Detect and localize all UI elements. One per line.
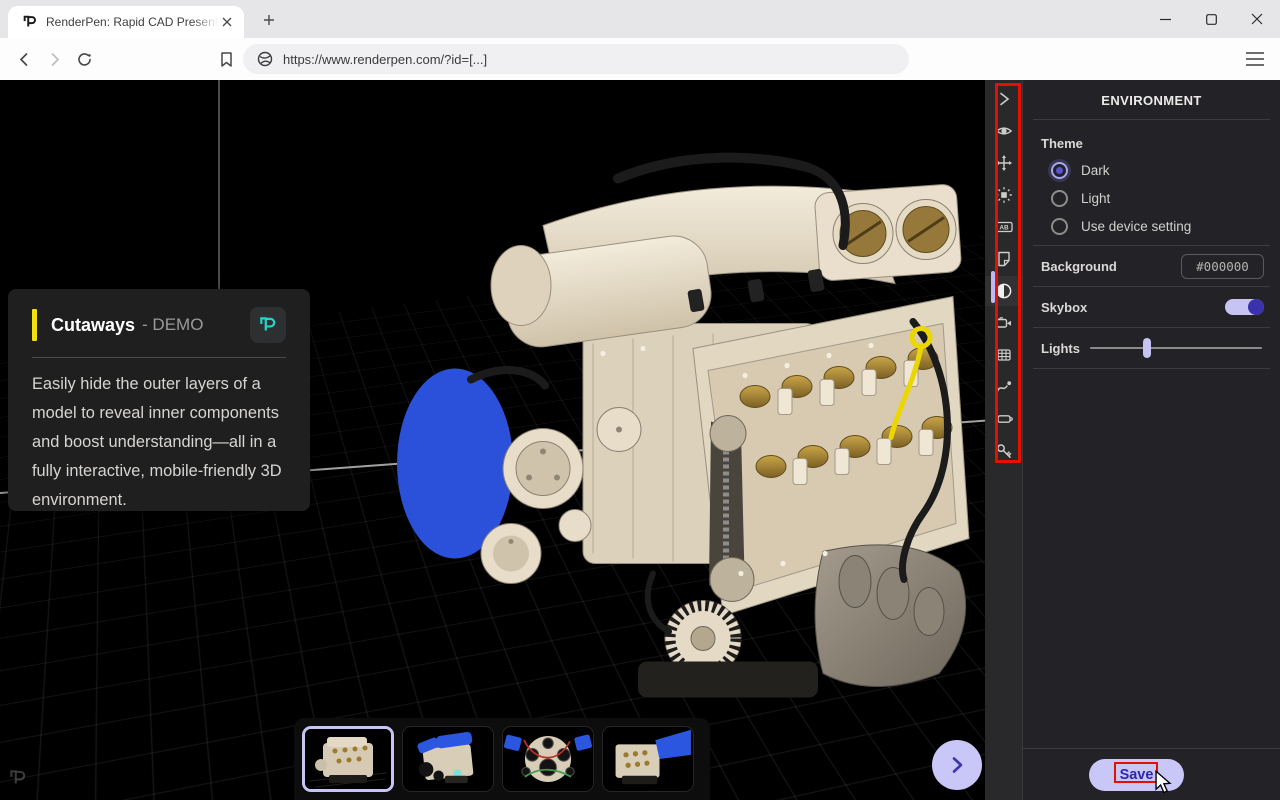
radio-light-label: Light <box>1081 191 1110 206</box>
panel-title: ENVIRONMENT <box>1023 80 1280 108</box>
background-label: Background <box>1041 259 1181 274</box>
environment-panel: ENVIRONMENT Theme Dark Light Use device … <box>1022 80 1280 800</box>
background-hex-input[interactable] <box>1181 254 1264 279</box>
lights-slider-thumb[interactable] <box>1143 338 1151 358</box>
bookmark-icon[interactable] <box>214 47 238 71</box>
reload-button[interactable] <box>72 47 96 71</box>
radio-dark-label: Dark <box>1081 163 1110 178</box>
chart-icon[interactable] <box>985 372 1022 402</box>
active-tool-indicator <box>991 271 995 303</box>
lights-slider[interactable] <box>1090 347 1262 349</box>
thumbnail-engine-view-2[interactable] <box>402 726 494 792</box>
tool-rail: AB <box>985 80 1022 800</box>
window-close-button[interactable] <box>1234 0 1280 38</box>
radio-device[interactable] <box>1051 218 1068 235</box>
expand-panel-icon[interactable] <box>985 84 1022 114</box>
grid-icon[interactable] <box>985 340 1022 370</box>
skybox-label: Skybox <box>1041 300 1225 315</box>
radio-light[interactable] <box>1051 190 1068 207</box>
theme-option-dark[interactable]: Dark <box>1041 162 1262 179</box>
next-slide-button[interactable] <box>932 740 982 790</box>
card-title: Cutaways <box>51 315 135 336</box>
toggle-knob <box>1248 299 1264 315</box>
camera-icon[interactable] <box>985 308 1022 338</box>
skybox-row: Skybox <box>1023 287 1280 327</box>
visibility-icon[interactable] <box>985 116 1022 146</box>
vr-view-icon[interactable] <box>985 404 1022 434</box>
thumbnail-engine-view-4[interactable] <box>602 726 694 792</box>
forward-button[interactable] <box>42 47 66 71</box>
renderpen-app: Cutaways - DEMO Easily hide the outer la… <box>0 80 1280 800</box>
access-key-icon[interactable] <box>985 436 1022 466</box>
move-tool-icon[interactable] <box>985 148 1022 178</box>
info-card: Cutaways - DEMO Easily hide the outer la… <box>8 289 310 511</box>
card-subtitle: - DEMO <box>142 315 203 335</box>
new-tab-button[interactable] <box>258 9 280 31</box>
theme-option-light[interactable]: Light <box>1041 190 1262 207</box>
panel-footer-divider <box>1023 748 1280 749</box>
background-row: Background <box>1023 246 1280 286</box>
engine-3d-model[interactable] <box>393 132 971 707</box>
save-button[interactable]: Save <box>1089 759 1184 791</box>
card-body-text: Easily hide the outer layers of a model … <box>32 370 286 515</box>
thumbnail-engine-view-3[interactable] <box>502 726 594 792</box>
lights-row: Lights <box>1023 328 1280 368</box>
tab-close-icon[interactable] <box>218 13 236 31</box>
renderpen-favicon-icon <box>22 14 38 30</box>
renderpen-logo-icon <box>250 307 286 343</box>
site-info-icon[interactable] <box>257 51 273 67</box>
lights-label: Lights <box>1041 341 1090 356</box>
browser-menu-button[interactable] <box>1242 47 1268 71</box>
skybox-toggle[interactable] <box>1225 299 1264 315</box>
back-button[interactable] <box>12 47 36 71</box>
ab-compare-icon[interactable]: AB <box>985 212 1022 242</box>
notes-icon[interactable] <box>985 244 1022 274</box>
browser-tab[interactable]: RenderPen: Rapid CAD Presentat <box>8 6 244 38</box>
renderpen-watermark-icon <box>8 768 28 793</box>
radio-device-label: Use device setting <box>1081 219 1191 234</box>
ab-label: AB <box>999 225 1009 232</box>
thumbnail-strip <box>294 718 710 800</box>
brightness-icon[interactable] <box>985 180 1022 210</box>
window-maximize-button[interactable] <box>1188 0 1234 38</box>
card-divider <box>32 357 286 358</box>
theme-option-device[interactable]: Use device setting <box>1041 218 1262 235</box>
window-minimize-button[interactable] <box>1142 0 1188 38</box>
card-accent-bar <box>32 309 37 341</box>
viewport-3d[interactable]: Cutaways - DEMO Easily hide the outer la… <box>0 80 985 800</box>
url-text[interactable]: https://www.renderpen.com/?id=[...] <box>283 52 487 67</box>
radio-dark[interactable] <box>1051 162 1068 179</box>
browser-titlebar: RenderPen: Rapid CAD Presentat <box>0 0 1280 38</box>
browser-navbar: https://www.renderpen.com/?id=[...] <box>0 38 1280 80</box>
theme-label: Theme <box>1041 136 1262 151</box>
thumbnail-engine-view-1[interactable] <box>302 726 394 792</box>
address-bar[interactable]: https://www.renderpen.com/?id=[...] <box>243 44 909 74</box>
panel-divider <box>1033 368 1270 369</box>
tab-title: RenderPen: Rapid CAD Presentat <box>46 15 218 29</box>
